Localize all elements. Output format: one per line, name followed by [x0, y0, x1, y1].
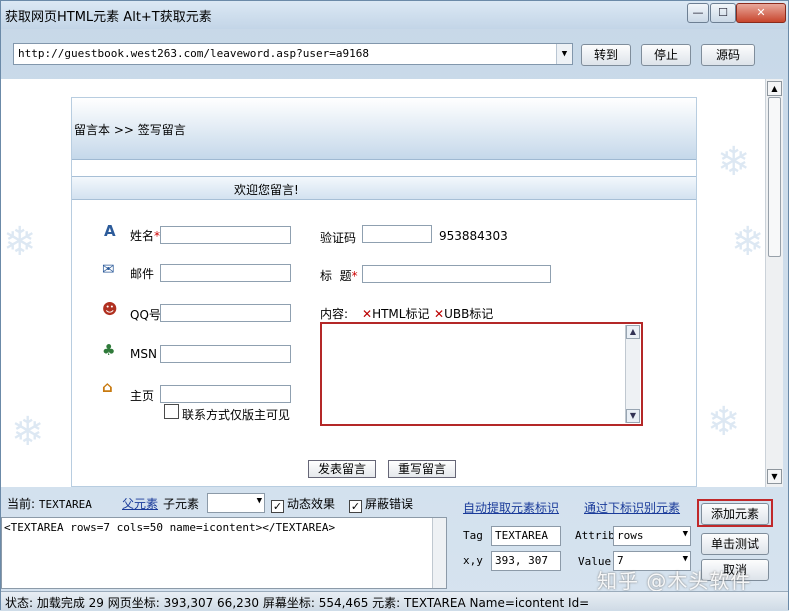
source-scrollbar[interactable] — [432, 518, 446, 588]
welcome-bar: 欢迎您留言! — [72, 176, 696, 200]
welcome-text: 欢迎您留言! — [234, 183, 299, 197]
home-icon: ⌂ — [102, 378, 113, 396]
minimize-button[interactable]: — — [687, 3, 709, 23]
guestbook-banner: 留言本 >> 签写留言 — [72, 98, 696, 160]
home-input[interactable] — [160, 385, 291, 403]
textarea-scroll-down-icon[interactable]: ▼ — [626, 409, 640, 423]
by-index-link[interactable]: 通过下标识别元素 — [584, 499, 680, 516]
watermark: 知乎 @木头软件 — [597, 569, 752, 593]
maximize-button[interactable]: ☐ — [710, 3, 736, 23]
current-element-label: 当前: TEXTAREA — [7, 497, 92, 511]
name-label: 姓名* — [130, 229, 161, 243]
child-element-select[interactable]: ▼ — [207, 493, 265, 513]
xy-field[interactable]: 393, 307 — [491, 551, 561, 571]
close-button[interactable]: ✕ — [736, 3, 786, 23]
tag-label: Tag — [463, 529, 483, 542]
snowflake-decoration-icon: ❄ — [731, 219, 765, 265]
app-window: 获取网页HTML元素 Alt+T获取元素 — ☐ ✕ http://guestb… — [0, 0, 789, 610]
private-checkbox[interactable] — [164, 404, 179, 419]
subject-input[interactable] — [362, 265, 551, 283]
chevron-down-icon: ▼ — [682, 554, 688, 564]
name-icon: A — [104, 222, 116, 240]
subject-label: 标 题* — [320, 269, 358, 283]
ubb-tag-note: ✕UBB标记 — [434, 307, 494, 321]
home-label: 主页 — [130, 389, 155, 403]
stop-button[interactable]: 停止 — [641, 44, 691, 66]
child-element-label: 子元素 — [163, 497, 200, 511]
chevron-down-icon: ▼ — [682, 529, 688, 539]
title-bar: 获取网页HTML元素 Alt+T获取元素 — ☐ ✕ — [1, 1, 788, 29]
qq-input[interactable] — [160, 304, 291, 322]
html-tag-note: ✕HTML标记 — [362, 307, 430, 321]
email-input[interactable] — [160, 264, 291, 282]
block-errors-checkbox[interactable]: ✓ — [349, 500, 362, 513]
status-bar: 状态: 加载完成 29 网页坐标: 393,307 66,230 屏幕坐标: 5… — [1, 591, 788, 610]
xy-label: x,y — [463, 554, 483, 567]
qq-label: QQ号 — [130, 308, 161, 322]
chevron-down-icon: ▼ — [256, 496, 262, 506]
breadcrumb: 留言本 >> 签写留言 — [74, 123, 186, 137]
msn-icon: ♣ — [102, 341, 116, 359]
name-input[interactable] — [160, 226, 291, 244]
source-button[interactable]: 源码 — [701, 44, 755, 66]
dynamic-effect-option[interactable]: ✓ 动态效果 — [271, 495, 335, 513]
textarea-scrollbar[interactable]: ▲ ▼ — [625, 325, 640, 423]
add-element-button[interactable]: 添加元素 — [701, 503, 769, 525]
reset-message-button[interactable]: 重写留言 — [388, 460, 456, 478]
content-textarea[interactable]: ▲ ▼ — [320, 322, 643, 426]
snowflake-decoration-icon: ❄ — [3, 219, 37, 265]
snowflake-decoration-icon: ❄ — [717, 139, 751, 185]
guestbook-form: 留言本 >> 签写留言 欢迎您留言! A 姓名* ✉ 邮件 ☻ QQ号 ♣ MS… — [71, 97, 697, 487]
tag-field[interactable]: TEXTAREA — [491, 526, 561, 546]
url-dropdown-icon[interactable]: ▼ — [556, 44, 572, 64]
click-test-button[interactable]: 单击测试 — [701, 533, 769, 555]
status-text: 状态: 加载完成 29 网页坐标: 393,307 66,230 屏幕坐标: 5… — [5, 596, 590, 610]
qq-icon: ☻ — [102, 300, 118, 318]
content-label: 内容: — [320, 307, 349, 321]
go-button[interactable]: 转到 — [581, 44, 631, 66]
url-input[interactable]: http://guestbook.west263.com/leaveword.a… — [13, 43, 573, 65]
captcha-label: 验证码 — [320, 231, 357, 245]
auto-extract-link[interactable]: 自动提取元素标识 — [463, 499, 559, 516]
submit-message-button[interactable]: 发表留言 — [308, 460, 376, 478]
scroll-down-icon[interactable]: ▼ — [767, 469, 782, 484]
attrib-select[interactable]: rows ▼ — [613, 526, 691, 546]
captcha-input[interactable] — [362, 225, 432, 243]
msn-label: MSN — [130, 347, 157, 361]
block-errors-option[interactable]: ✓ 屏蔽错误 — [349, 495, 413, 513]
url-text: http://guestbook.west263.com/leaveword.a… — [18, 47, 369, 60]
scroll-up-icon[interactable]: ▲ — [767, 81, 782, 96]
msn-input[interactable] — [160, 345, 291, 363]
attrib-label: Attrib — [575, 529, 615, 542]
element-source-text[interactable]: <TEXTAREA rows=7 cols=50 name=icontent><… — [1, 517, 447, 589]
snowflake-decoration-icon: ❄ — [11, 409, 45, 455]
email-icon: ✉ — [102, 260, 115, 278]
parent-element-link[interactable]: 父元素 — [122, 495, 158, 512]
textarea-scroll-up-icon[interactable]: ▲ — [626, 325, 640, 339]
private-label: 联系方式仅版主可见 — [182, 408, 291, 422]
dynamic-effect-checkbox[interactable]: ✓ — [271, 500, 284, 513]
scroll-thumb[interactable] — [768, 97, 781, 257]
email-label: 邮件 — [130, 267, 155, 281]
browser-scrollbar[interactable]: ▲ ▼ — [765, 79, 783, 487]
window-title: 获取网页HTML元素 Alt+T获取元素 — [5, 10, 212, 25]
snowflake-decoration-icon: ❄ — [707, 399, 741, 445]
captcha-value: 953884303 — [439, 229, 508, 243]
